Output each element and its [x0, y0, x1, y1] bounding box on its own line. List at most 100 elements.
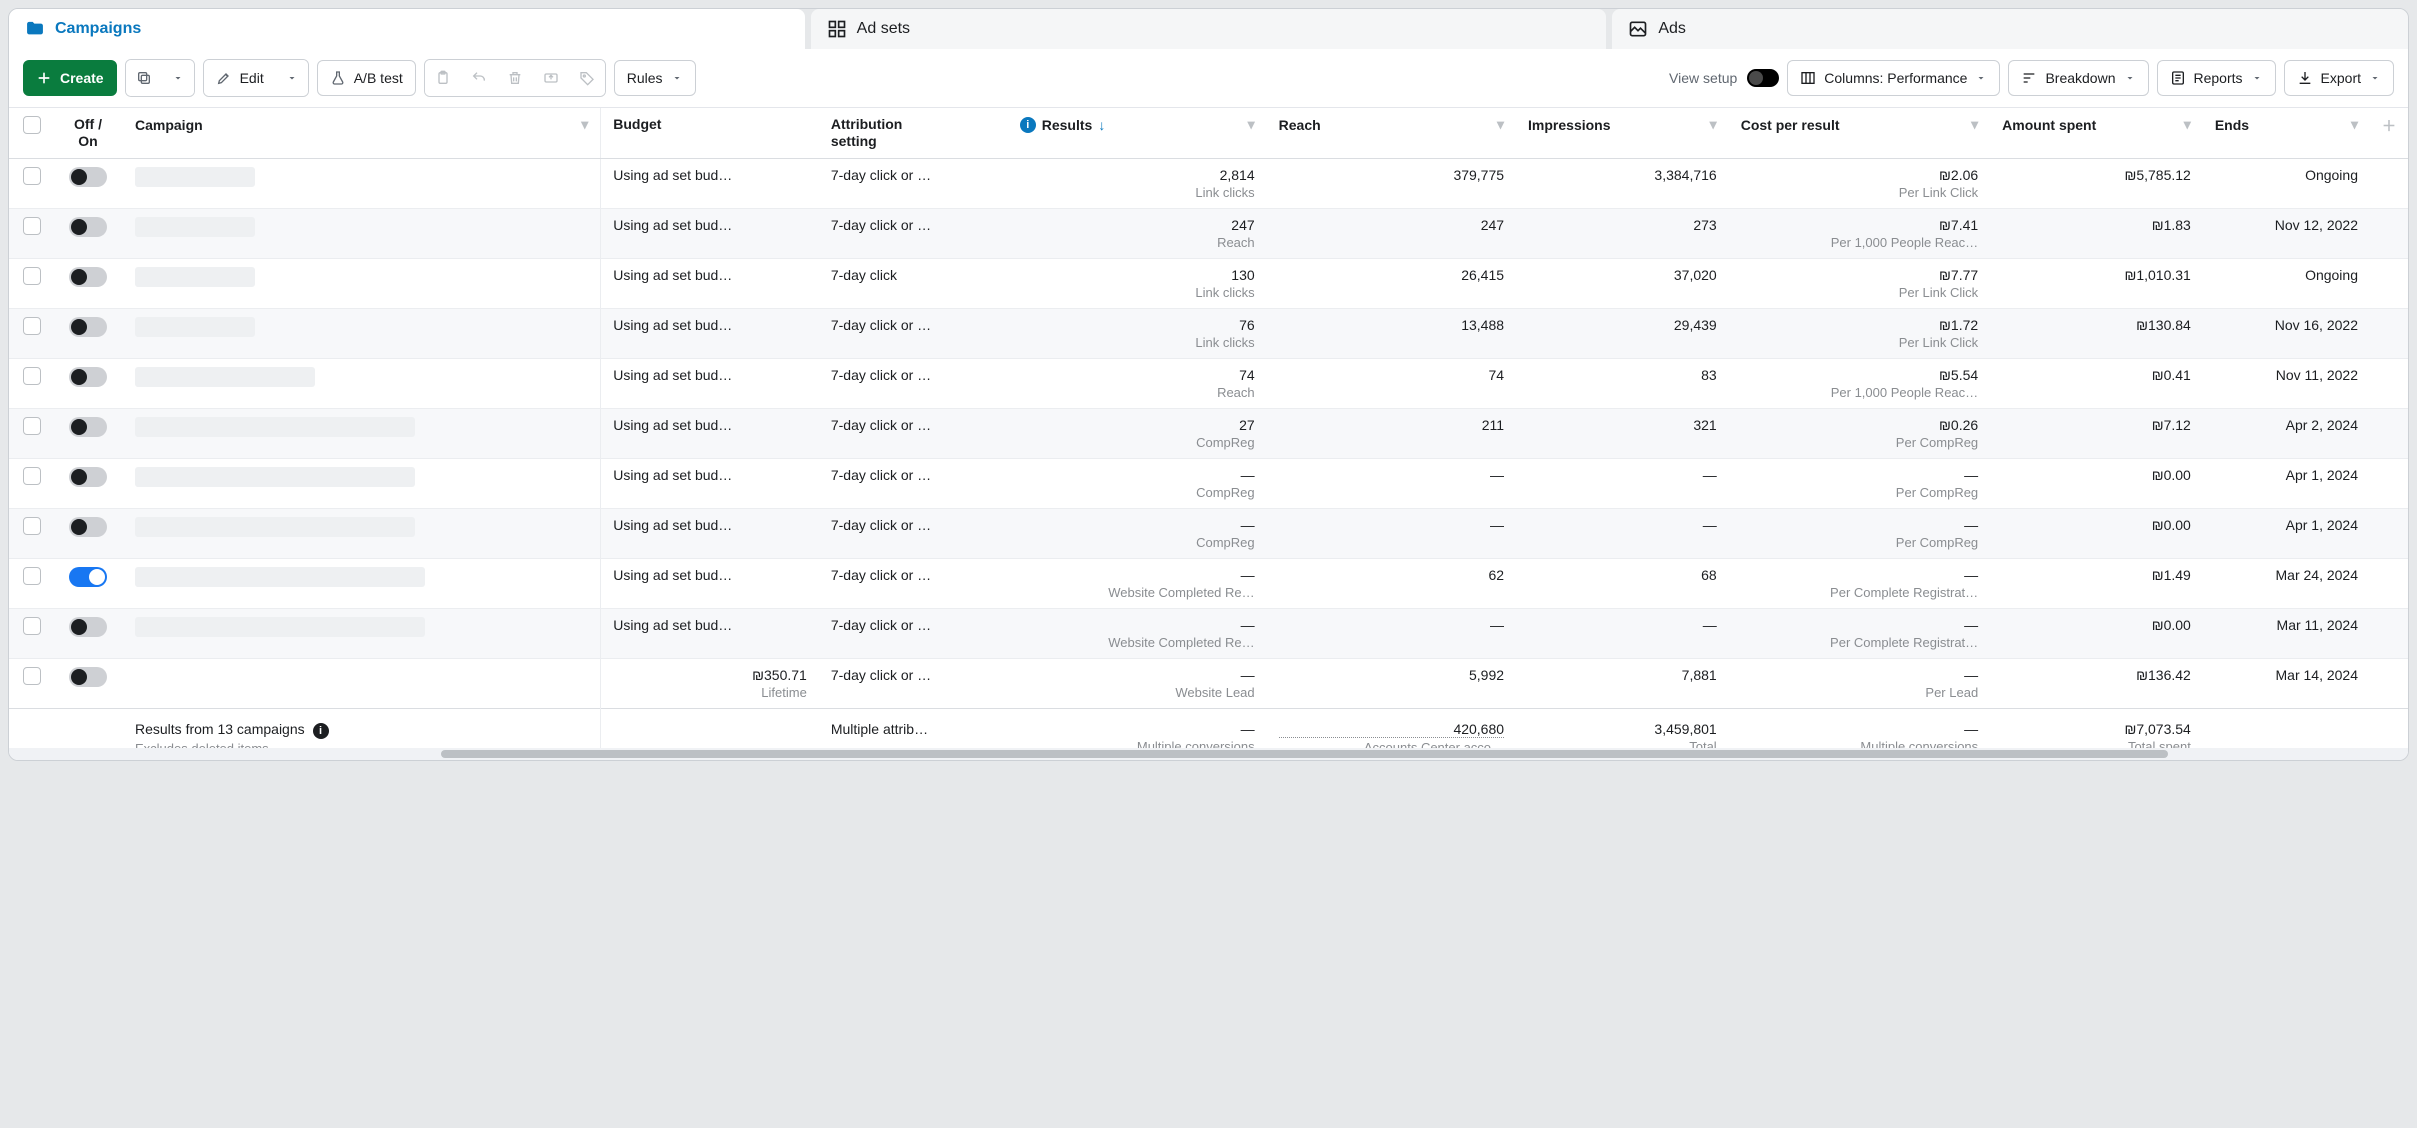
- undo-button[interactable]: [461, 60, 497, 96]
- rules-button[interactable]: Rules: [614, 60, 696, 96]
- results-value: 74: [1020, 367, 1255, 383]
- cpr-sub: Per Link Click: [1741, 335, 1978, 350]
- row-toggle[interactable]: [69, 267, 107, 287]
- row-toggle[interactable]: [69, 467, 107, 487]
- results-column-menu[interactable]: ▾: [1248, 116, 1255, 133]
- row-checkbox[interactable]: [23, 467, 41, 485]
- reach-value: 247: [1279, 217, 1504, 233]
- reach-column-menu[interactable]: ▾: [1497, 116, 1504, 133]
- row-toggle[interactable]: [69, 217, 107, 237]
- reach-value: 5,992: [1279, 667, 1504, 683]
- attribution-value: 7-day click or …: [831, 617, 931, 633]
- edit-button[interactable]: Edit: [204, 60, 276, 96]
- budget-value: Using ad set bud…: [613, 217, 732, 233]
- ends-value: Ongoing: [2305, 267, 2358, 283]
- cpr-column-menu[interactable]: ▾: [1971, 116, 1978, 133]
- row-checkbox[interactable]: [23, 217, 41, 235]
- table-row[interactable]: Using ad set bud… 7-day click or … —Comp…: [9, 508, 2408, 558]
- level-tabs: Campaigns Ad sets Ads: [9, 9, 2408, 49]
- row-checkbox[interactable]: [23, 167, 41, 185]
- campaign-name-redacted: [135, 617, 425, 637]
- add-column-button[interactable]: ＋: [2382, 118, 2396, 134]
- footer-imp: 3,459,801: [1528, 721, 1717, 737]
- cpr-value: —: [1741, 567, 1978, 583]
- duplicate-menu[interactable]: [162, 60, 194, 96]
- ends-value: Mar 24, 2024: [2276, 567, 2359, 583]
- create-label: Create: [60, 70, 104, 86]
- row-checkbox[interactable]: [23, 367, 41, 385]
- row-checkbox[interactable]: [23, 667, 41, 685]
- sort-down-icon[interactable]: ↓: [1098, 117, 1105, 133]
- row-checkbox[interactable]: [23, 417, 41, 435]
- impressions-value: 321: [1528, 417, 1717, 433]
- table-row[interactable]: Using ad set bud… 7-day click or … —Comp…: [9, 458, 2408, 508]
- row-toggle[interactable]: [69, 517, 107, 537]
- reach-value: 62: [1279, 567, 1504, 583]
- row-checkbox[interactable]: [23, 267, 41, 285]
- row-toggle[interactable]: [69, 617, 107, 637]
- row-toggle[interactable]: [69, 667, 107, 687]
- reports-button[interactable]: Reports: [2157, 60, 2276, 96]
- tab-adsets[interactable]: Ad sets: [811, 9, 1607, 49]
- table-row[interactable]: ₪350.71Lifetime 7-day click or … —Websit…: [9, 658, 2408, 708]
- select-all-checkbox[interactable]: [23, 116, 41, 134]
- delete-button[interactable]: [497, 60, 533, 96]
- row-toggle[interactable]: [69, 367, 107, 387]
- campaign-name-redacted: [135, 317, 255, 337]
- chevron-down-icon: [286, 72, 298, 84]
- cpr-sub: Per CompReg: [1741, 435, 1978, 450]
- spent-value: ₪0.00: [2002, 517, 2191, 533]
- table-row[interactable]: Using ad set bud… 7-day click 130Link cl…: [9, 258, 2408, 308]
- tab-campaigns-label: Campaigns: [55, 20, 141, 38]
- paste-button[interactable]: [425, 60, 461, 96]
- table-scroll[interactable]: Off / On Campaign▾ Budget Attribution se…: [9, 108, 2408, 748]
- table-row[interactable]: Using ad set bud… 7-day click or … 27Com…: [9, 408, 2408, 458]
- reach-value: —: [1279, 467, 1504, 483]
- footer-info-icon[interactable]: i: [313, 723, 329, 739]
- footer-spent: ₪7,073.54: [2002, 721, 2191, 737]
- table-row[interactable]: Using ad set bud… 7-day click or … 247Re…: [9, 208, 2408, 258]
- row-checkbox[interactable]: [23, 317, 41, 335]
- row-toggle[interactable]: [69, 167, 107, 187]
- table-row[interactable]: Using ad set bud… 7-day click or … 2,814…: [9, 158, 2408, 208]
- breakdown-button[interactable]: Breakdown: [2008, 60, 2148, 96]
- reports-icon: [2170, 70, 2186, 86]
- campaign-name-redacted: [135, 267, 255, 287]
- create-button[interactable]: Create: [23, 60, 117, 96]
- view-setup-toggle[interactable]: View setup: [1669, 69, 1779, 87]
- horizontal-scrollbar[interactable]: [9, 748, 2408, 760]
- row-checkbox[interactable]: [23, 517, 41, 535]
- col-results: Results: [1042, 117, 1093, 133]
- abtest-label: A/B test: [354, 70, 403, 86]
- spent-column-menu[interactable]: ▾: [2184, 116, 2191, 133]
- row-toggle[interactable]: [69, 317, 107, 337]
- table-row[interactable]: Using ad set bud… 7-day click or … —Webs…: [9, 558, 2408, 608]
- edit-menu[interactable]: [276, 60, 308, 96]
- results-info-icon[interactable]: i: [1020, 117, 1036, 133]
- results-sub: Reach: [1020, 235, 1255, 250]
- ends-column-menu[interactable]: ▾: [2351, 116, 2358, 133]
- duplicate-button[interactable]: [126, 60, 162, 96]
- export-button[interactable]: Export: [2284, 60, 2394, 96]
- spent-value: ₪1.49: [2002, 567, 2191, 583]
- row-toggle[interactable]: [69, 417, 107, 437]
- table-row[interactable]: Using ad set bud… 7-day click or … 74Rea…: [9, 358, 2408, 408]
- row-checkbox[interactable]: [23, 617, 41, 635]
- campaign-column-menu[interactable]: ▾: [581, 116, 588, 133]
- results-value: —: [1020, 617, 1255, 633]
- columns-button[interactable]: Columns: Performance: [1787, 60, 2000, 96]
- cpr-value: ₪5.54: [1741, 367, 1978, 383]
- abtest-button[interactable]: A/B test: [317, 60, 416, 96]
- export-data-icon: [543, 70, 559, 86]
- footer-imp-sub: Total: [1528, 739, 1717, 748]
- table-row[interactable]: Using ad set bud… 7-day click or … —Webs…: [9, 608, 2408, 658]
- tab-ads[interactable]: Ads: [1612, 9, 2408, 49]
- row-checkbox[interactable]: [23, 567, 41, 585]
- view-setup-switch[interactable]: [1747, 69, 1779, 87]
- tag-button[interactable]: [569, 60, 605, 96]
- tab-campaigns[interactable]: Campaigns: [9, 9, 805, 49]
- export-data-button[interactable]: [533, 60, 569, 96]
- table-row[interactable]: Using ad set bud… 7-day click or … 76Lin…: [9, 308, 2408, 358]
- row-toggle[interactable]: [69, 567, 107, 587]
- impressions-column-menu[interactable]: ▾: [1710, 116, 1717, 133]
